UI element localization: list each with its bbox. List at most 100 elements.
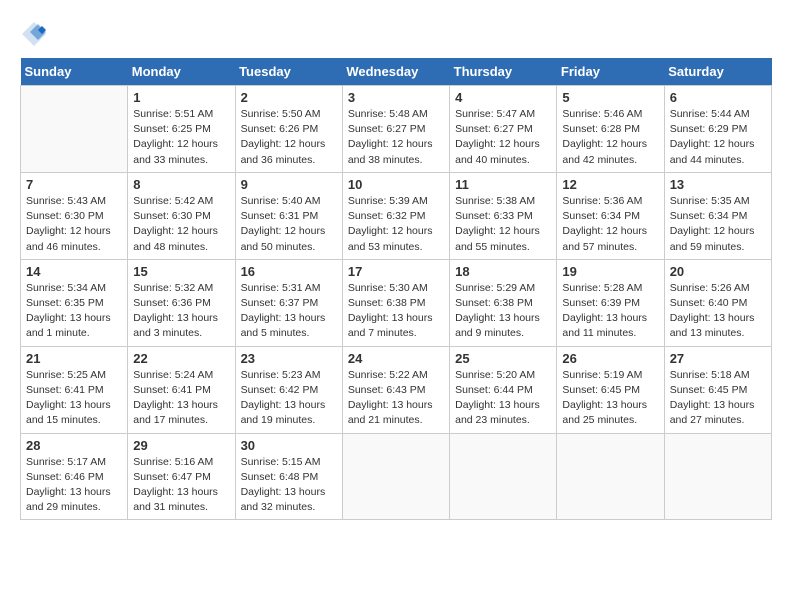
week-row-3: 14Sunrise: 5:34 AMSunset: 6:35 PMDayligh…: [21, 259, 772, 346]
calendar-cell: 14Sunrise: 5:34 AMSunset: 6:35 PMDayligh…: [21, 259, 128, 346]
day-number: 4: [455, 90, 551, 105]
calendar-cell: 24 Sunrise: 5:22 AMSunset: 6:43 PMDayligh…: [342, 346, 449, 433]
day-number: 13: [670, 177, 766, 192]
day-info: Sunrise: 5:36 AMSunset: 6:34 PMDaylight:…: [562, 194, 658, 255]
calendar-cell: 9 Sunrise: 5:40 AMSunset: 6:31 PMDaylight…: [235, 172, 342, 259]
day-info: Sunrise: 5:16 AMSunset: 6:47 PMDaylight:…: [133, 455, 229, 516]
week-row-1: 1 Sunrise: 5:51 AMSunset: 6:25 PMDaylight…: [21, 86, 772, 173]
day-number: 3: [348, 90, 444, 105]
day-number: 22: [133, 351, 229, 366]
logo-icon: [20, 20, 48, 48]
calendar-cell: 11 Sunrise: 5:38 AMSunset: 6:33 PMDayligh…: [450, 172, 557, 259]
day-info: Sunrise: 5:44 AMSunset: 6:29 PMDaylight:…: [670, 107, 766, 168]
day-info: Sunrise: 5:29 AMSunset: 6:38 PMDaylight:…: [455, 281, 551, 342]
day-info: Sunrise: 5:46 AMSunset: 6:28 PMDaylight:…: [562, 107, 658, 168]
calendar-cell: 12 Sunrise: 5:36 AMSunset: 6:34 PMDayligh…: [557, 172, 664, 259]
col-header-saturday: Saturday: [664, 58, 771, 86]
day-info: Sunrise: 5:43 AMSunset: 6:30 PMDaylight:…: [26, 194, 122, 255]
col-header-sunday: Sunday: [21, 58, 128, 86]
day-number: 23: [241, 351, 337, 366]
day-info: Sunrise: 5:40 AMSunset: 6:31 PMDaylight:…: [241, 194, 337, 255]
day-info: Sunrise: 5:35 AMSunset: 6:34 PMDaylight:…: [670, 194, 766, 255]
calendar-cell: 3 Sunrise: 5:48 AMSunset: 6:27 PMDaylight…: [342, 86, 449, 173]
day-number: 29: [133, 438, 229, 453]
day-number: 11: [455, 177, 551, 192]
calendar-cell: [342, 433, 449, 520]
calendar-cell: 23 Sunrise: 5:23 AMSunset: 6:42 PMDayligh…: [235, 346, 342, 433]
calendar-cell: 27 Sunrise: 5:18 AMSunset: 6:45 PMDayligh…: [664, 346, 771, 433]
day-number: 20: [670, 264, 766, 279]
day-number: 10: [348, 177, 444, 192]
calendar-cell: 4Sunrise: 5:47 AMSunset: 6:27 PMDaylight…: [450, 86, 557, 173]
day-info: Sunrise: 5:32 AMSunset: 6:36 PMDaylight:…: [133, 281, 229, 342]
day-info: Sunrise: 5:39 AMSunset: 6:32 PMDaylight:…: [348, 194, 444, 255]
calendar-cell: 10 Sunrise: 5:39 AMSunset: 6:32 PMDayligh…: [342, 172, 449, 259]
day-number: 16: [241, 264, 337, 279]
day-info: Sunrise: 5:28 AMSunset: 6:39 PMDaylight:…: [562, 281, 658, 342]
day-info: Sunrise: 5:48 AMSunset: 6:27 PMDaylight:…: [348, 107, 444, 168]
day-number: 5: [562, 90, 658, 105]
calendar-cell: 22 Sunrise: 5:24 AMSunset: 6:41 PMDayligh…: [128, 346, 235, 433]
week-row-5: 28 Sunrise: 5:17 AMSunset: 6:46 PMDayligh…: [21, 433, 772, 520]
calendar-cell: 2 Sunrise: 5:50 AMSunset: 6:26 PMDaylight…: [235, 86, 342, 173]
day-info: Sunrise: 5:17 AMSunset: 6:46 PMDaylight:…: [26, 455, 122, 516]
calendar-table: SundayMondayTuesdayWednesdayThursdayFrid…: [20, 58, 772, 520]
day-info: Sunrise: 5:34 AMSunset: 6:35 PMDaylight:…: [26, 281, 122, 342]
calendar-cell: 8 Sunrise: 5:42 AMSunset: 6:30 PMDaylight…: [128, 172, 235, 259]
day-number: 30: [241, 438, 337, 453]
calendar-cell: 17Sunrise: 5:30 AMSunset: 6:38 PMDayligh…: [342, 259, 449, 346]
calendar-cell: 5 Sunrise: 5:46 AMSunset: 6:28 PMDaylight…: [557, 86, 664, 173]
week-row-4: 21 Sunrise: 5:25 AMSunset: 6:41 PMDayligh…: [21, 346, 772, 433]
day-number: 26: [562, 351, 658, 366]
calendar-cell: 26 Sunrise: 5:19 AMSunset: 6:45 PMDayligh…: [557, 346, 664, 433]
calendar-cell: 20 Sunrise: 5:26 AMSunset: 6:40 PMDayligh…: [664, 259, 771, 346]
col-header-friday: Friday: [557, 58, 664, 86]
day-info: Sunrise: 5:15 AMSunset: 6:48 PMDaylight:…: [241, 455, 337, 516]
day-number: 12: [562, 177, 658, 192]
day-number: 21: [26, 351, 122, 366]
day-info: Sunrise: 5:38 AMSunset: 6:33 PMDaylight:…: [455, 194, 551, 255]
day-number: 24: [348, 351, 444, 366]
day-info: Sunrise: 5:25 AMSunset: 6:41 PMDaylight:…: [26, 368, 122, 429]
col-header-monday: Monday: [128, 58, 235, 86]
day-info: Sunrise: 5:22 AMSunset: 6:43 PMDaylight:…: [348, 368, 444, 429]
calendar-cell: 19Sunrise: 5:28 AMSunset: 6:39 PMDayligh…: [557, 259, 664, 346]
page-header: [20, 20, 772, 48]
day-info: Sunrise: 5:23 AMSunset: 6:42 PMDaylight:…: [241, 368, 337, 429]
day-number: 18: [455, 264, 551, 279]
week-row-2: 7 Sunrise: 5:43 AMSunset: 6:30 PMDaylight…: [21, 172, 772, 259]
day-info: Sunrise: 5:20 AMSunset: 6:44 PMDaylight:…: [455, 368, 551, 429]
calendar-cell: [664, 433, 771, 520]
day-info: Sunrise: 5:51 AMSunset: 6:25 PMDaylight:…: [133, 107, 229, 168]
day-info: Sunrise: 5:42 AMSunset: 6:30 PMDaylight:…: [133, 194, 229, 255]
day-info: Sunrise: 5:26 AMSunset: 6:40 PMDaylight:…: [670, 281, 766, 342]
col-header-thursday: Thursday: [450, 58, 557, 86]
day-number: 28: [26, 438, 122, 453]
calendar-cell: [21, 86, 128, 173]
calendar-cell: 7 Sunrise: 5:43 AMSunset: 6:30 PMDaylight…: [21, 172, 128, 259]
calendar-header-row: SundayMondayTuesdayWednesdayThursdayFrid…: [21, 58, 772, 86]
calendar-cell: 30 Sunrise: 5:15 AMSunset: 6:48 PMDayligh…: [235, 433, 342, 520]
day-number: 2: [241, 90, 337, 105]
col-header-wednesday: Wednesday: [342, 58, 449, 86]
day-number: 1: [133, 90, 229, 105]
calendar-cell: 16 Sunrise: 5:31 AMSunset: 6:37 PMDayligh…: [235, 259, 342, 346]
calendar-cell: 15 Sunrise: 5:32 AMSunset: 6:36 PMDayligh…: [128, 259, 235, 346]
logo: [20, 20, 52, 48]
day-number: 7: [26, 177, 122, 192]
calendar-cell: 25Sunrise: 5:20 AMSunset: 6:44 PMDayligh…: [450, 346, 557, 433]
day-number: 17: [348, 264, 444, 279]
day-number: 9: [241, 177, 337, 192]
day-number: 15: [133, 264, 229, 279]
day-info: Sunrise: 5:18 AMSunset: 6:45 PMDaylight:…: [670, 368, 766, 429]
day-number: 27: [670, 351, 766, 366]
calendar-cell: [450, 433, 557, 520]
calendar-cell: 13 Sunrise: 5:35 AMSunset: 6:34 PMDayligh…: [664, 172, 771, 259]
calendar-cell: 29 Sunrise: 5:16 AMSunset: 6:47 PMDayligh…: [128, 433, 235, 520]
day-info: Sunrise: 5:19 AMSunset: 6:45 PMDaylight:…: [562, 368, 658, 429]
day-info: Sunrise: 5:24 AMSunset: 6:41 PMDaylight:…: [133, 368, 229, 429]
col-header-tuesday: Tuesday: [235, 58, 342, 86]
day-info: Sunrise: 5:50 AMSunset: 6:26 PMDaylight:…: [241, 107, 337, 168]
day-number: 8: [133, 177, 229, 192]
day-info: Sunrise: 5:31 AMSunset: 6:37 PMDaylight:…: [241, 281, 337, 342]
